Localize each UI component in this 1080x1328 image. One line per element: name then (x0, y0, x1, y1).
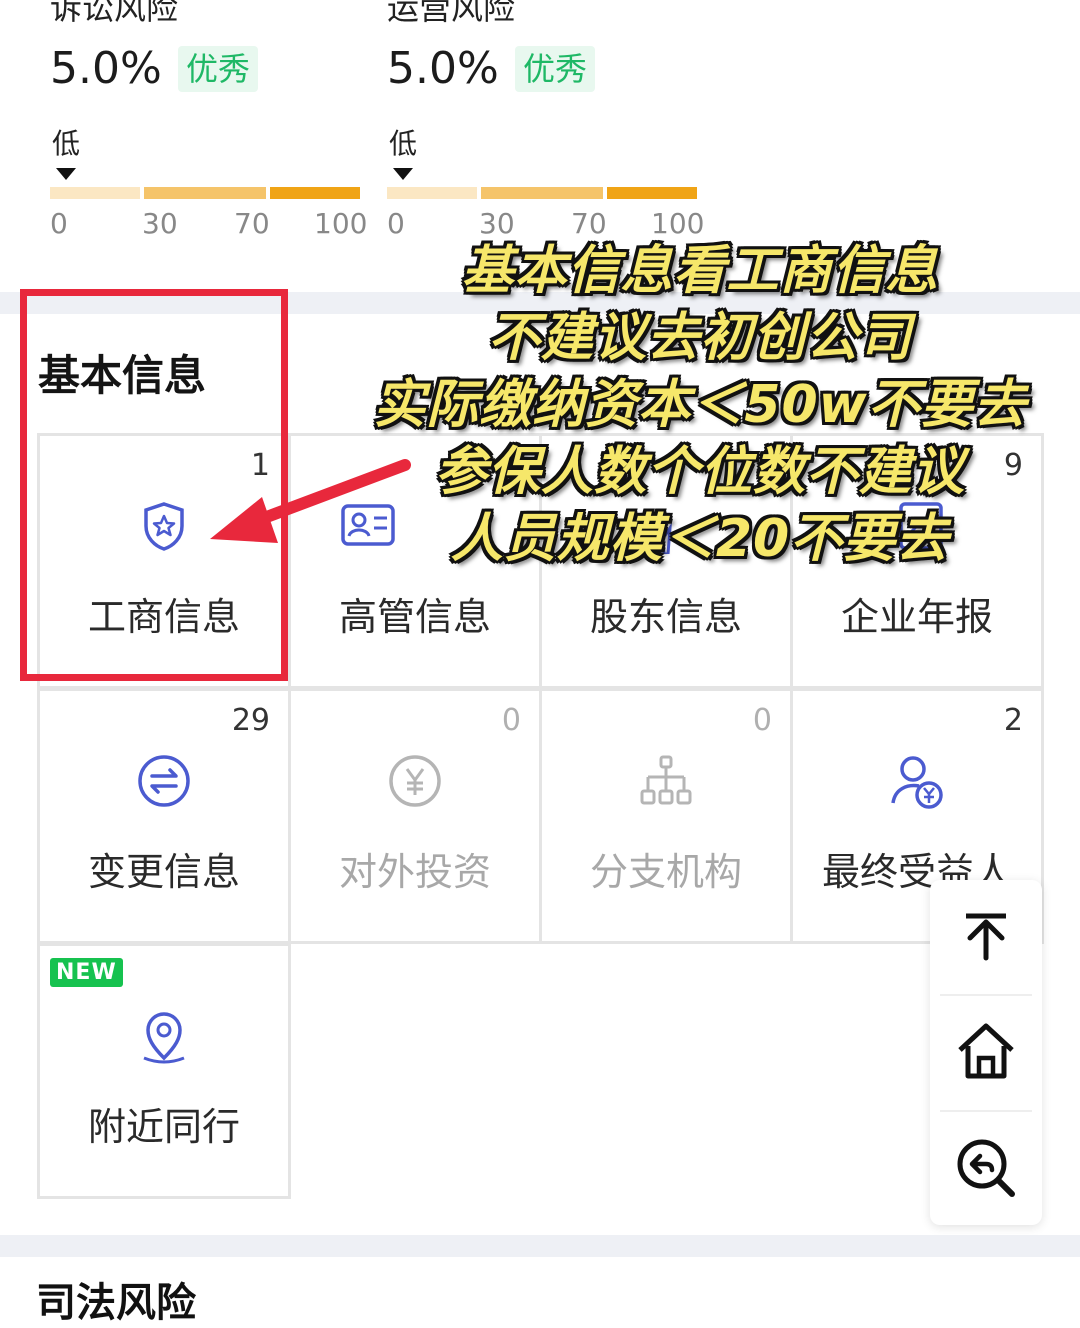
tile-label: 变更信息 (87, 850, 240, 894)
risk-bar-high (270, 187, 360, 199)
tile-count: 29 (231, 703, 270, 738)
tile-label: 股东信息 (589, 595, 742, 639)
section-divider (0, 1235, 1080, 1257)
risk-bar-low (50, 187, 140, 199)
tile-count: 0 (752, 703, 772, 738)
search-back-button[interactable] (930, 1112, 1042, 1224)
overlay-line: 参保人数个位数不建议 (434, 442, 965, 502)
litigation-risk-card[interactable]: 诉讼风险 5.0% 优秀 低 0 30 70 100 (50, 0, 370, 250)
risk-tick: 70 (571, 207, 607, 240)
overlay-line: 不建议去初创公司 (487, 308, 912, 368)
risk-level-label: 低 (389, 127, 418, 160)
risk-tick: 30 (142, 207, 178, 240)
back-to-top-icon (966, 913, 1006, 961)
risk-level-label: 低 (52, 127, 81, 160)
risk-bar-low (387, 187, 477, 199)
tile-label: 对外投资 (338, 850, 491, 894)
floating-action-panel (930, 880, 1042, 1225)
risk-tick: 100 (651, 207, 705, 240)
tile-label: 企业年报 (840, 595, 993, 639)
risk-tick: 0 (50, 207, 68, 240)
overlay-line: 人员规模＜20不要去 (450, 509, 950, 569)
risk-title: 运营风险 (387, 0, 516, 27)
tile-label: 高管信息 (338, 595, 491, 639)
overlay-caption: 基本信息看工商信息 不建议去初创公司 实际缴纳资本＜50w不要去 参保人数个位数… (340, 238, 1060, 573)
risk-value: 5.0% (387, 43, 499, 94)
next-section-title: 司法风险 (36, 1280, 196, 1326)
risk-value: 5.0% (50, 43, 162, 94)
risk-bar-mid (481, 187, 603, 199)
new-badge: NEW (50, 958, 123, 987)
tile-count: 2 (1003, 703, 1023, 738)
tile-change-info[interactable]: 29 变更信息 (37, 688, 291, 944)
tile-nearby-peers[interactable]: NEW 附近同行 (37, 943, 291, 1199)
risk-tick: 0 (387, 207, 405, 240)
tile-branches[interactable]: 0 分支机构 (539, 688, 793, 944)
risk-bar-mid (144, 187, 266, 199)
org-tree-icon (640, 755, 692, 805)
risk-pointer-icon (393, 168, 413, 180)
risk-title: 诉讼风险 (50, 0, 179, 27)
risk-tick: 30 (479, 207, 515, 240)
operation-risk-card[interactable]: 运营风险 5.0% 优秀 低 0 30 70 100 (387, 0, 707, 250)
home-button[interactable] (930, 996, 1042, 1108)
risk-badge: 优秀 (178, 46, 259, 92)
search-back-icon (957, 1139, 1015, 1197)
risk-pointer-icon (56, 168, 76, 180)
exchange-icon (138, 755, 190, 807)
tile-label: 分支机构 (589, 850, 742, 894)
risk-tick: 70 (234, 207, 270, 240)
overlay-line: 实际缴纳资本＜50w不要去 (373, 375, 1027, 435)
risk-badge: 优秀 (515, 46, 596, 92)
overlay-line: 基本信息看工商信息 (461, 241, 939, 301)
tile-outbound-investment[interactable]: 0 对外投资 (288, 688, 542, 944)
location-pin-icon (143, 1012, 185, 1064)
home-icon (958, 1023, 1014, 1079)
back-to-top-button[interactable] (930, 880, 1042, 992)
tile-count: 0 (501, 703, 521, 738)
person-yen-icon (891, 756, 943, 809)
risk-bar-high (607, 187, 697, 199)
tile-label: 附近同行 (87, 1105, 240, 1149)
risk-tick: 100 (314, 207, 368, 240)
yen-circle-icon (389, 755, 441, 807)
